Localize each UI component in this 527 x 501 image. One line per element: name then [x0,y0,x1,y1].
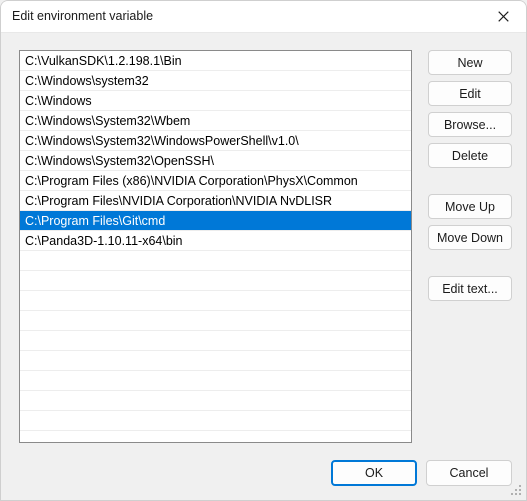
close-icon[interactable] [480,1,526,32]
list-item-empty[interactable] [20,411,411,431]
list-item-empty[interactable] [20,351,411,371]
browse-button[interactable]: Browse... [428,112,512,137]
list-item[interactable]: C:\Panda3D-1.10.11-x64\bin [20,231,411,251]
move-down-button[interactable]: Move Down [428,225,512,250]
list-item-empty[interactable] [20,251,411,271]
edit-environment-variable-dialog: Edit environment variable C:\VulkanSDK\1… [0,0,527,501]
resize-grip[interactable] [511,485,523,497]
list-item[interactable]: C:\VulkanSDK\1.2.198.1\Bin [20,51,411,71]
side-button-panel: New Edit Browse... Delete Move Up Move Down Ed… [428,50,512,307]
cancel-button[interactable]: Cancel [426,460,512,486]
list-item[interactable]: C:\Windows [20,91,411,111]
list-item-empty[interactable] [20,371,411,391]
edit-button[interactable]: Edit [428,81,512,106]
list-item-empty[interactable] [20,311,411,331]
list-item-empty[interactable] [20,331,411,351]
list-item-empty[interactable] [20,391,411,411]
list-item[interactable]: C:\Windows\System32\Wbem [20,111,411,131]
path-list[interactable]: C:\VulkanSDK\1.2.198.1\Bin C:\Windows\sys… [19,50,412,443]
dialog-action-buttons: OK Cancel [331,460,512,486]
list-item-empty[interactable] [20,271,411,291]
list-item[interactable]: C:\Program Files\NVIDIA Corporation\NVID… [20,191,411,211]
move-up-button[interactable]: Move Up [428,194,512,219]
list-item[interactable]: C:\Windows\system32 [20,71,411,91]
list-item[interactable]: C:\Program Files\Git\cmd [20,211,411,231]
window-title: Edit environment variable [12,9,154,23]
title-bar: Edit environment variable [1,1,526,33]
list-item[interactable]: C:\Program Files (x86)\NVIDIA Corporatio… [20,171,411,191]
list-item[interactable]: C:\Windows\System32\OpenSSH\ [20,151,411,171]
new-button[interactable]: New [428,50,512,75]
edit-text-button[interactable]: Edit text... [428,276,512,301]
ok-button[interactable]: OK [331,460,417,486]
list-item[interactable]: C:\Windows\System32\WindowsPowerShell\v1… [20,131,411,151]
delete-button[interactable]: Delete [428,143,512,168]
list-item-empty[interactable] [20,291,411,311]
